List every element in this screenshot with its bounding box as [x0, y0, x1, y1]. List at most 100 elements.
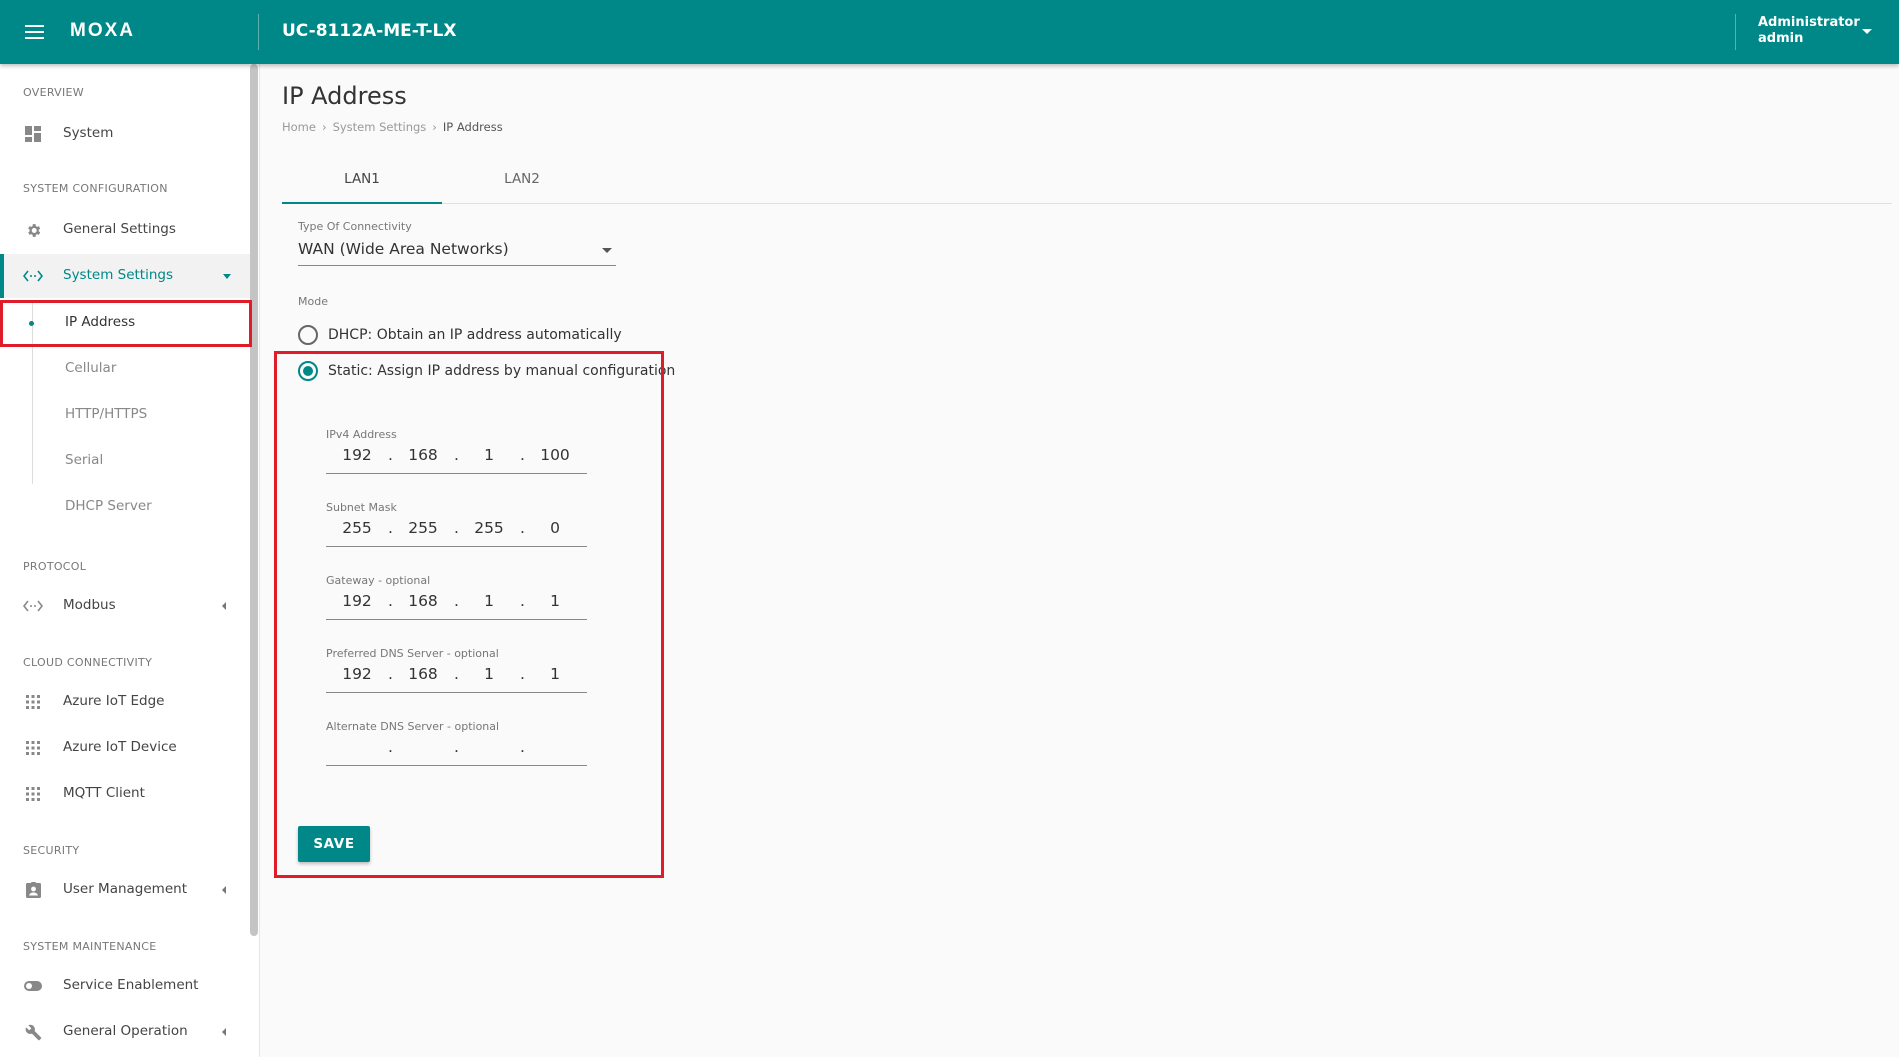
header-divider: [258, 14, 259, 50]
gateway-octet-2[interactable]: 168: [398, 592, 448, 610]
radio-static[interactable]: Static: Assign IP address by manual conf…: [298, 360, 675, 382]
ipv4-input[interactable]: 192 . 168 . 1 . 100: [326, 444, 587, 474]
gateway-input[interactable]: 192 . 168 . 1 . 1: [326, 590, 587, 620]
chevron-left-icon: [222, 602, 226, 610]
dns-preferred-octet-4[interactable]: 1: [530, 665, 580, 683]
ipv4-octet-2[interactable]: 168: [398, 446, 448, 464]
sidebar-item-label: Azure IoT Edge: [63, 693, 165, 709]
sidebar-item-azure-iot-edge[interactable]: Azure IoT Edge: [0, 680, 250, 724]
breadcrumb-system-settings[interactable]: System Settings: [333, 120, 427, 134]
dns-alternate-input[interactable]: . . .: [326, 736, 587, 766]
radio-checked-icon[interactable]: [298, 361, 318, 381]
sidebar-item-label: General Settings: [63, 221, 176, 237]
ipv4-octet-1[interactable]: 192: [332, 446, 382, 464]
dns-preferred-input[interactable]: 192 . 168 . 1 . 1: [326, 663, 587, 693]
sidebar-subitem-label: IP Address: [65, 314, 136, 330]
subnet-input[interactable]: 255 . 255 . 255 . 0: [326, 517, 587, 547]
wrench-icon: [23, 1022, 43, 1042]
sidebar-item-user-management[interactable]: User Management: [0, 868, 250, 912]
top-app-bar: MOXA UC-8112A-ME-T-LX Administrator admi…: [0, 0, 1899, 64]
sidebar-item-label: Azure IoT Device: [63, 739, 177, 755]
dns-alternate-label: Alternate DNS Server - optional: [326, 720, 500, 733]
sidebar-item-label: General Operation: [63, 1023, 188, 1039]
ipv4-octet-3[interactable]: 1: [464, 446, 514, 464]
device-name: UC-8112A-ME-T-LX: [282, 21, 457, 41]
breadcrumb-current: IP Address: [442, 120, 503, 134]
tab-lan2[interactable]: LAN2: [442, 160, 602, 204]
code-arrows-icon: [23, 266, 43, 286]
subnet-octet-3[interactable]: 255: [464, 519, 514, 537]
sidebar-subitem-cellular[interactable]: Cellular: [0, 346, 250, 392]
chevron-right-icon: ›: [432, 120, 437, 134]
subnet-octet-2[interactable]: 255: [398, 519, 448, 537]
chevron-right-icon: ›: [321, 120, 327, 134]
sidebar-item-modbus[interactable]: Modbus: [0, 584, 250, 628]
radio-unchecked-icon[interactable]: [298, 325, 318, 345]
octet-separator: .: [388, 519, 393, 537]
sidebar-subitem-http-https[interactable]: HTTP/HTTPS: [0, 392, 250, 438]
section-protocol: PROTOCOL: [23, 560, 87, 573]
octet-separator: .: [454, 519, 459, 537]
ipv4-label: IPv4 Address: [326, 428, 397, 441]
gateway-octet-3[interactable]: 1: [464, 592, 514, 610]
user-badge-icon: [23, 880, 43, 900]
octet-separator: .: [520, 592, 525, 610]
sidebar-item-general-operation[interactable]: General Operation: [0, 1010, 250, 1054]
user-divider: [1735, 14, 1736, 50]
gateway-octet-4[interactable]: 1: [530, 592, 580, 610]
subnet-octet-1[interactable]: 255: [332, 519, 382, 537]
dashboard-icon: [23, 124, 43, 144]
section-security: SECURITY: [23, 844, 80, 857]
dns-preferred-octet-1[interactable]: 192: [332, 665, 382, 683]
chevron-down-icon: [223, 274, 231, 279]
connectivity-value: WAN (Wide Area Networks): [298, 240, 509, 258]
section-system-configuration: SYSTEM CONFIGURATION: [23, 182, 168, 195]
user-name: admin: [1758, 31, 1804, 46]
sidebar-subitem-label: Serial: [65, 452, 104, 468]
sidebar-item-service-enablement[interactable]: Service Enablement: [0, 964, 250, 1008]
save-button[interactable]: SAVE: [298, 826, 370, 862]
user-role: Administrator: [1758, 15, 1860, 30]
sidebar-subitem-label: Cellular: [65, 360, 117, 376]
ipv4-octet-4[interactable]: 100: [530, 446, 580, 464]
toggle-icon: [23, 976, 43, 996]
sidebar-subitem-ip-address[interactable]: IP Address: [0, 300, 250, 346]
octet-separator: .: [388, 446, 393, 464]
octet-separator: .: [388, 738, 393, 756]
octet-separator: .: [520, 519, 525, 537]
menu-icon[interactable]: [24, 22, 46, 40]
sidebar-subitem-serial[interactable]: Serial: [0, 438, 250, 484]
dns-preferred-octet-2[interactable]: 168: [398, 665, 448, 683]
tab-lan1[interactable]: LAN1: [282, 160, 442, 204]
chevron-left-icon: [222, 1028, 226, 1036]
grid-icon: [23, 692, 43, 712]
breadcrumb-home[interactable]: Home: [282, 120, 316, 134]
connectivity-label: Type Of Connectivity: [298, 220, 412, 233]
connectivity-select[interactable]: WAN (Wide Area Networks): [298, 238, 616, 266]
sidebar-item-azure-iot-device[interactable]: Azure IoT Device: [0, 726, 250, 770]
gateway-octet-1[interactable]: 192: [332, 592, 382, 610]
code-arrows-icon: [23, 596, 43, 616]
radio-dhcp[interactable]: DHCP: Obtain an IP address automatically: [298, 324, 622, 346]
dns-preferred-label: Preferred DNS Server - optional: [326, 647, 499, 660]
sidebar-subitem-label: HTTP/HTTPS: [65, 406, 148, 422]
subnet-octet-4[interactable]: 0: [530, 519, 580, 537]
chevron-left-icon: [222, 886, 226, 894]
breadcrumb: Home › System Settings › IP Address: [282, 120, 503, 134]
sidebar-scrollbar[interactable]: [250, 64, 258, 936]
moxa-logo: MOXA: [70, 20, 135, 41]
user-menu[interactable]: Administrator admin: [1758, 15, 1860, 47]
sidebar-item-system-settings[interactable]: System Settings: [0, 254, 250, 298]
sidebar-item-general-settings[interactable]: General Settings: [0, 208, 250, 252]
gear-icon: [23, 220, 43, 240]
chevron-down-icon[interactable]: [1862, 29, 1872, 34]
octet-separator: .: [520, 738, 525, 756]
dns-preferred-octet-3[interactable]: 1: [464, 665, 514, 683]
section-overview: OVERVIEW: [23, 86, 84, 99]
sidebar-item-system[interactable]: System: [0, 112, 250, 156]
sidebar-subitem-dhcp-server[interactable]: DHCP Server: [0, 484, 250, 530]
sidebar-item-mqtt-client[interactable]: MQTT Client: [0, 772, 250, 816]
section-cloud-connectivity: CLOUD CONNECTIVITY: [23, 656, 153, 669]
grid-icon: [23, 784, 43, 804]
octet-separator: .: [454, 446, 459, 464]
